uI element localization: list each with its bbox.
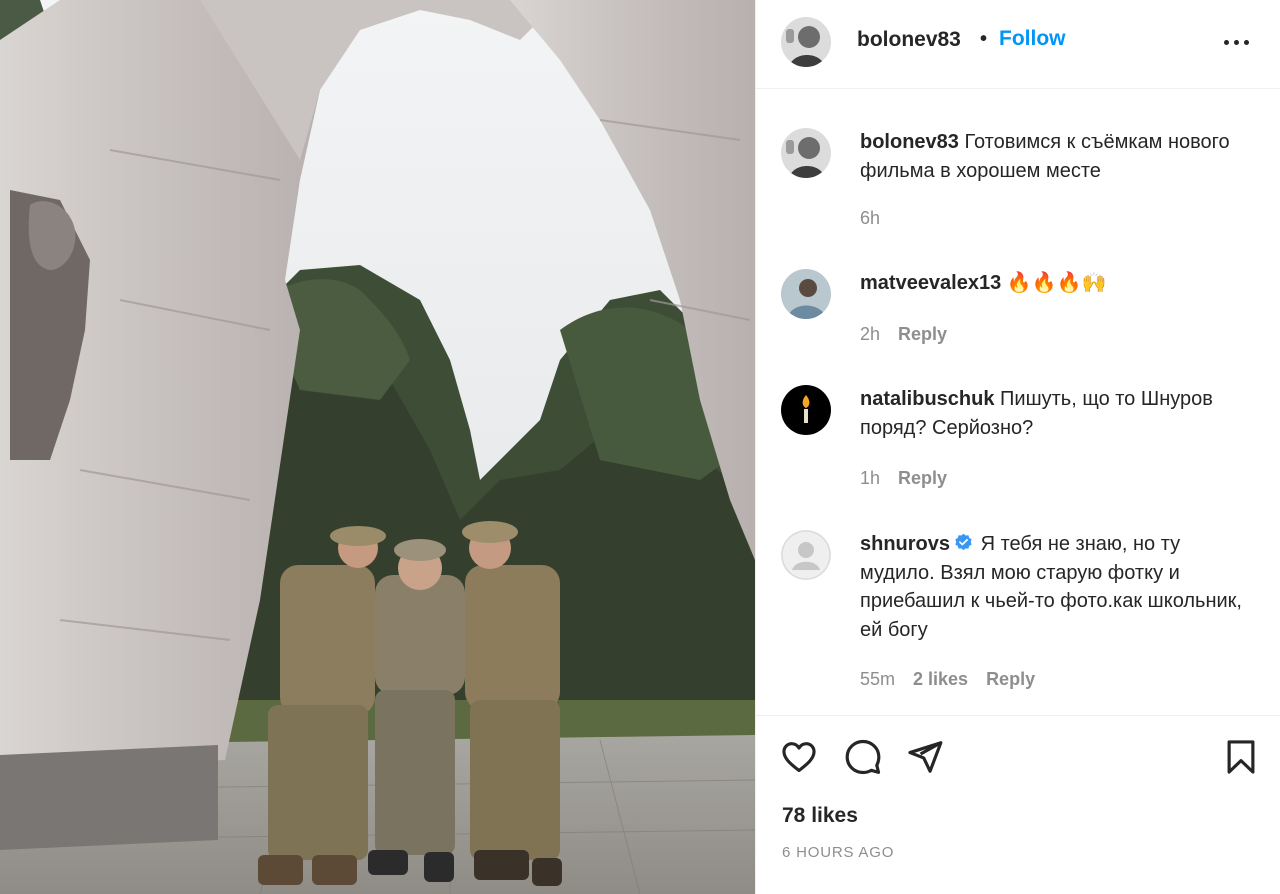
comment-likes[interactable]: 2 likes (913, 669, 968, 689)
caption-meta: 6h (860, 208, 880, 229)
comment-body: natalibuschuk Пишуть, що то Шнуров поряд… (860, 385, 1260, 442)
people-figures (258, 521, 562, 886)
share-icon[interactable] (906, 738, 944, 776)
comment-avatar[interactable] (781, 530, 831, 580)
heart-icon[interactable] (780, 738, 818, 776)
author-username[interactable]: bolonev83 (857, 28, 961, 52)
post-details-panel: bolonev83 • Follow bolonev83 Готовимся к… (755, 0, 1280, 894)
comment-meta: 2h Reply (860, 324, 947, 345)
likes-count[interactable]: 78 likes (782, 804, 858, 828)
post-photo-illustration (0, 0, 755, 894)
comment-time[interactable]: 2h (860, 324, 880, 344)
comment-time[interactable]: 55m (860, 669, 895, 689)
follow-button[interactable]: Follow (999, 27, 1066, 51)
post-actions: 78 likes 6 HOURS AGO (756, 715, 1280, 894)
comment-avatar[interactable] (781, 385, 831, 435)
comment-author[interactable]: shnurovs (860, 533, 950, 555)
comment-body: shnurovs Я тебя не знаю, но ту мудило. В… (860, 530, 1260, 644)
caption-time[interactable]: 6h (860, 208, 880, 228)
bookmark-icon[interactable] (1222, 738, 1260, 776)
verified-badge-icon (955, 533, 972, 551)
comment-time[interactable]: 1h (860, 468, 880, 488)
caption-body: bolonev83 Готовимся к съёмкам нового фил… (860, 128, 1260, 185)
post-header: bolonev83 • Follow (756, 0, 1280, 89)
separator-dot: • (980, 28, 988, 50)
post-photo[interactable] (0, 0, 755, 894)
more-horizontal-icon[interactable] (1223, 36, 1251, 48)
comment-author[interactable]: matveevalex13 (860, 272, 1001, 294)
comment-icon[interactable] (844, 738, 882, 776)
comment-body: matveevalex13 🔥🔥🔥🙌 (860, 269, 1260, 298)
comment-author[interactable]: natalibuschuk (860, 388, 994, 410)
reply-button[interactable]: Reply (898, 324, 947, 344)
reply-button[interactable]: Reply (986, 669, 1035, 689)
comment-text: 🔥🔥🔥🙌 (1006, 272, 1107, 294)
comment-avatar[interactable] (781, 269, 831, 319)
author-avatar[interactable] (781, 17, 831, 67)
reply-button[interactable]: Reply (898, 468, 947, 488)
caption-author-avatar[interactable] (781, 128, 831, 178)
comment-meta: 55m 2 likes Reply (860, 669, 1035, 690)
comment-meta: 1h Reply (860, 468, 947, 489)
post-timestamp[interactable]: 6 HOURS AGO (782, 844, 894, 861)
caption-author[interactable]: bolonev83 (860, 131, 959, 153)
